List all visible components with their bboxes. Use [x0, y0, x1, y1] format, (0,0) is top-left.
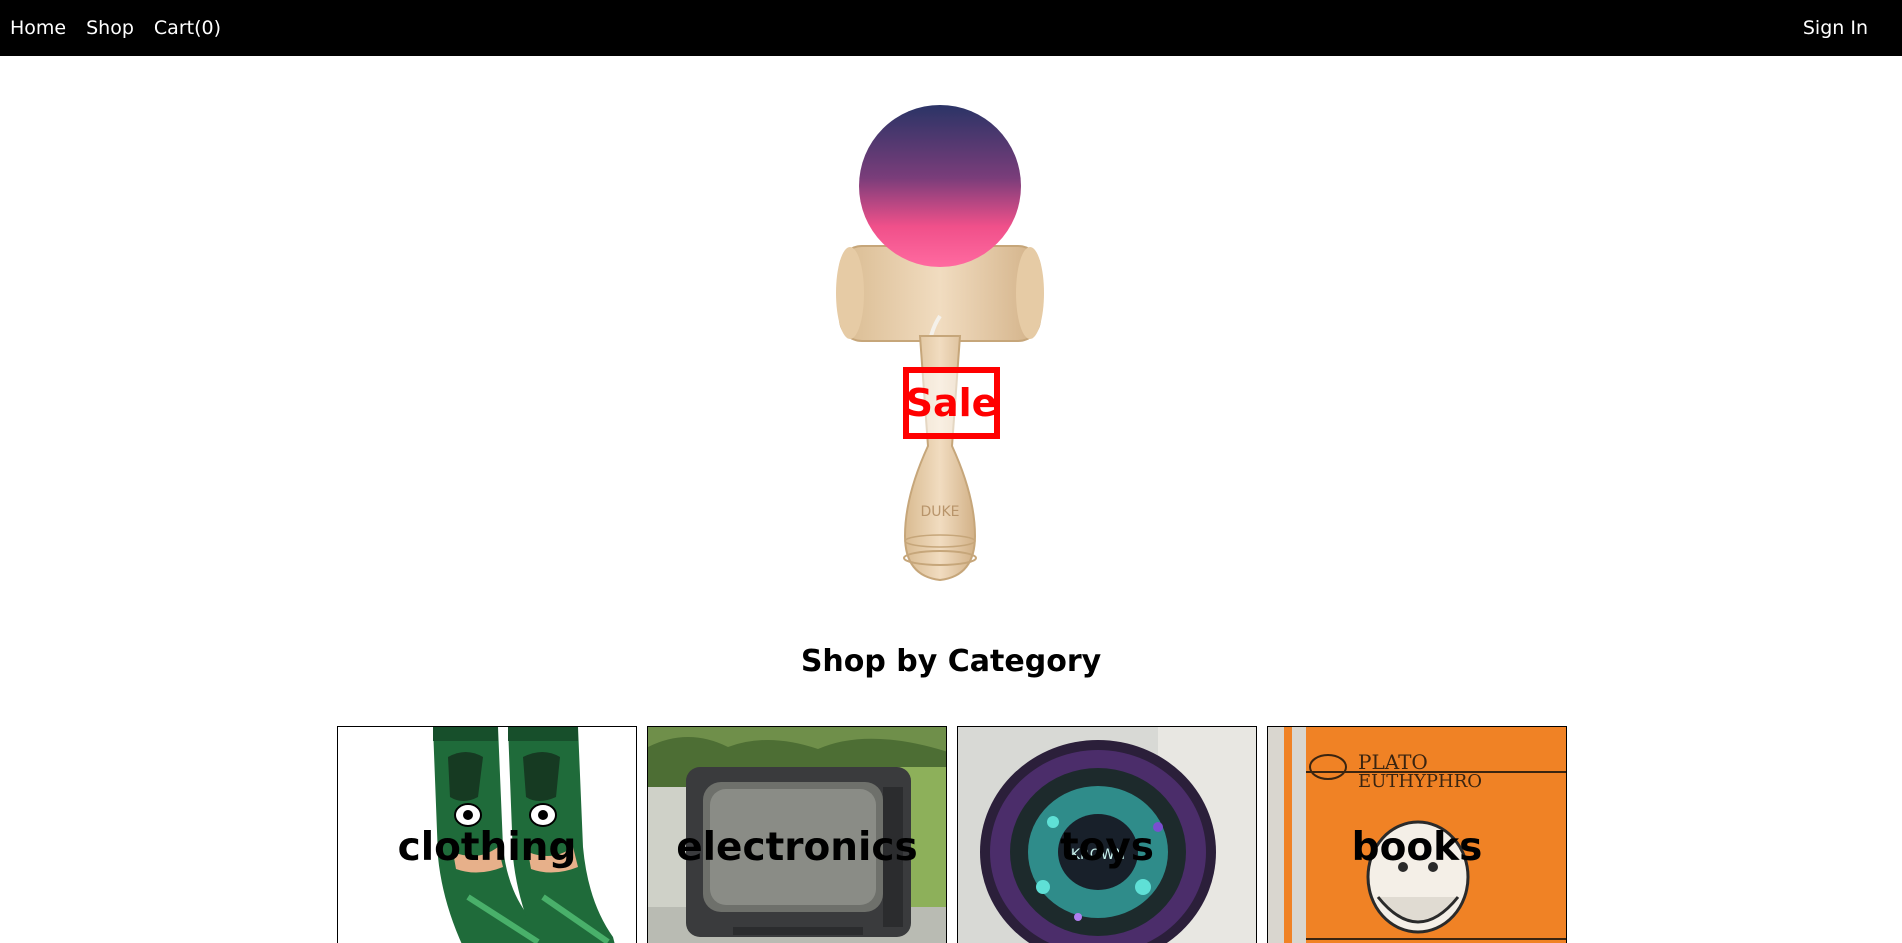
category-label-electronics: electronics: [676, 825, 918, 870]
kendama-image[interactable]: DUKE: [800, 96, 1080, 596]
sign-in-link[interactable]: Sign In: [1803, 17, 1868, 39]
nav-right: Sign In: [1803, 17, 1892, 39]
nav-links: Home Shop Cart(0): [10, 17, 221, 39]
category-card-toys[interactable]: KROWN toys: [957, 726, 1257, 943]
kendama-engraving: DUKE: [920, 504, 959, 520]
category-label-books: books: [1351, 825, 1483, 870]
hero-banner: DUKE Sale: [0, 56, 1902, 616]
nav-shop-link[interactable]: Shop: [86, 17, 134, 39]
category-card-books[interactable]: PLATO EUTHYPHRO books: [1267, 726, 1567, 943]
category-grid: clothing electronics KROWN toys PLATO EU…: [337, 726, 1567, 943]
sale-badge[interactable]: Sale: [903, 367, 1000, 439]
category-label-toys: toys: [1059, 825, 1155, 870]
category-card-clothing[interactable]: clothing: [337, 726, 637, 943]
category-card-electronics[interactable]: electronics: [647, 726, 947, 943]
top-navbar: Home Shop Cart(0) Sign In: [0, 0, 1902, 56]
shop-by-category-title: Shop by Category: [800, 644, 1102, 679]
nav-home-link[interactable]: Home: [10, 17, 66, 39]
nav-cart-link[interactable]: Cart(0): [154, 17, 221, 39]
category-label-clothing: clothing: [397, 825, 577, 870]
book-cover-title-2: EUTHYPHRO: [1358, 771, 1482, 792]
